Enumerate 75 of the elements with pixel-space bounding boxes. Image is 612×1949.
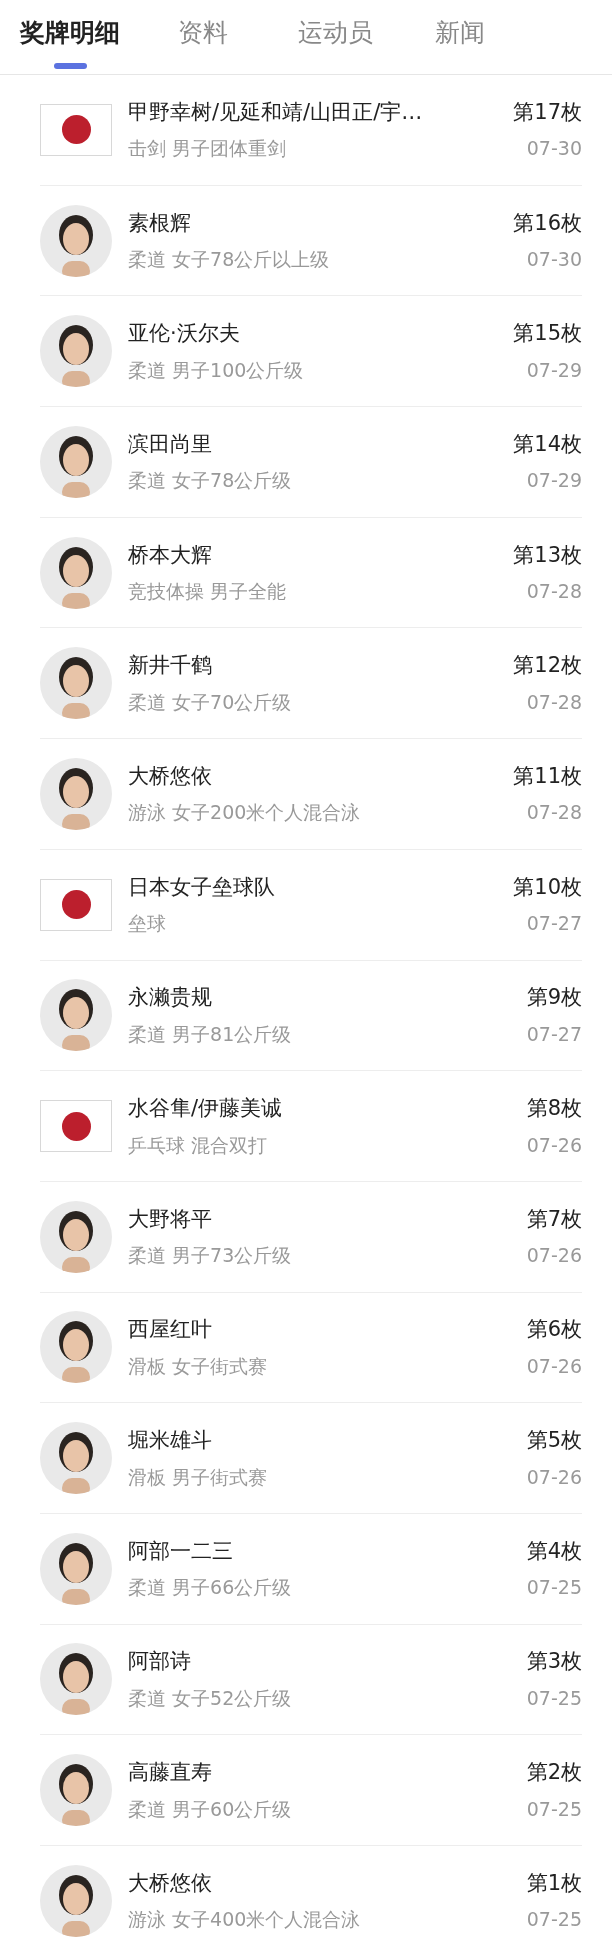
medal-date: 07-27 — [526, 911, 582, 937]
event-label: 柔道 女子52公斤级 — [128, 1685, 293, 1711]
medal-date: 07-29 — [526, 357, 582, 383]
athlete-name: 大野将平 — [128, 1205, 213, 1233]
medal-number: 第12枚 — [513, 652, 582, 680]
tab[interactable]: 运动员 — [298, 15, 373, 74]
event-label: 柔道 男子60公斤级 — [128, 1796, 293, 1822]
medal-number: 第7枚 — [526, 1205, 582, 1233]
athlete-name: 桥本大辉 — [128, 541, 213, 569]
tab[interactable]: 奖牌明细 — [20, 15, 120, 74]
medal-number: 第14枚 — [513, 430, 582, 458]
event-label: 游泳 女子200米个人混合泳 — [128, 800, 362, 826]
athlete-name: 阿部诗 — [128, 1648, 192, 1676]
event-label: 柔道 男子100公斤级 — [128, 357, 305, 383]
athlete-name: 亚伦·沃尔夫 — [128, 320, 241, 348]
medal-date: 07-30 — [526, 247, 582, 273]
event-label: 柔道 男子66公斤级 — [128, 1575, 293, 1601]
medal-date: 07-29 — [526, 468, 582, 494]
medal-number: 第16枚 — [513, 209, 582, 237]
athlete-name: 新井千鹤 — [128, 652, 213, 680]
medal-date: 07-27 — [526, 1021, 582, 1047]
athlete-name: 滨田尚里 — [128, 430, 213, 458]
event-label: 垒球 — [128, 911, 167, 937]
medal-number: 第4枚 — [526, 1537, 582, 1565]
medal-number: 第8枚 — [526, 1095, 582, 1123]
event-label: 柔道 女子78公斤以上级 — [128, 247, 331, 273]
event-label: 游泳 女子400米个人混合泳 — [128, 1907, 362, 1933]
event-label: 滑板 男子街式赛 — [128, 1464, 269, 1490]
event-label: 竞技体操 男子全能 — [128, 579, 288, 605]
medal-date: 07-26 — [526, 1243, 582, 1269]
medal-number: 第10枚 — [513, 873, 582, 901]
athlete-name: 阿部一二三 — [128, 1537, 234, 1565]
medal-date: 07-25 — [526, 1575, 582, 1601]
tab[interactable]: 新闻 — [435, 15, 485, 74]
flag-icon — [40, 103, 112, 156]
athlete-name: 堀米雄斗 — [128, 1427, 213, 1455]
event-label: 柔道 男子81公斤级 — [128, 1021, 293, 1047]
medal-date: 07-26 — [526, 1132, 582, 1158]
athlete-name: 高藤直寿 — [128, 1759, 213, 1787]
medal-date: 07-25 — [526, 1907, 582, 1933]
medal-number: 第17枚 — [513, 98, 582, 126]
flag-icon — [40, 1100, 112, 1153]
medal-number: 第15枚 — [513, 320, 582, 348]
medal-number: 第11枚 — [513, 762, 582, 790]
tab[interactable]: 资料 — [178, 15, 228, 74]
event-label: 柔道 女子78公斤级 — [128, 468, 293, 494]
athlete-name: 永濑贵规 — [128, 984, 213, 1012]
event-label: 柔道 女子70公斤级 — [128, 689, 293, 715]
medal-number: 第3枚 — [526, 1648, 582, 1676]
athlete-name: 大桥悠依 — [128, 1869, 213, 1897]
medal-number: 第6枚 — [526, 1316, 582, 1344]
medal-date: 07-28 — [526, 689, 582, 715]
event-label: 击剑 男子团体重剑 — [128, 136, 288, 162]
medal-date: 07-28 — [526, 579, 582, 605]
athlete-name: 甲野幸树/见延和靖/山田正/宇… — [128, 98, 424, 126]
medal-number: 第9枚 — [526, 984, 582, 1012]
medal-date: 07-26 — [526, 1353, 582, 1379]
event-label: 柔道 男子73公斤级 — [128, 1243, 293, 1269]
athlete-name: 西屋红叶 — [128, 1316, 213, 1344]
medal-number: 第5枚 — [526, 1427, 582, 1455]
athlete-name: 素根辉 — [128, 209, 192, 237]
medal-date: 07-28 — [526, 800, 582, 826]
medal-date: 07-30 — [526, 136, 582, 162]
athlete-name: 日本女子垒球队 — [128, 873, 276, 901]
athlete-name: 水谷隼/伊藤美诚 — [128, 1095, 284, 1123]
medal-date: 07-26 — [526, 1464, 582, 1490]
flag-icon — [40, 878, 112, 931]
medal-number: 第1枚 — [526, 1869, 582, 1897]
event-label: 滑板 女子街式赛 — [128, 1353, 269, 1379]
medal-date: 07-25 — [526, 1685, 582, 1711]
event-label: 乒乓球 混合双打 — [128, 1132, 269, 1158]
medal-number: 第13枚 — [513, 541, 582, 569]
athlete-name: 大桥悠依 — [128, 762, 213, 790]
medal-number: 第2枚 — [526, 1759, 582, 1787]
medal-date: 07-25 — [526, 1796, 582, 1822]
